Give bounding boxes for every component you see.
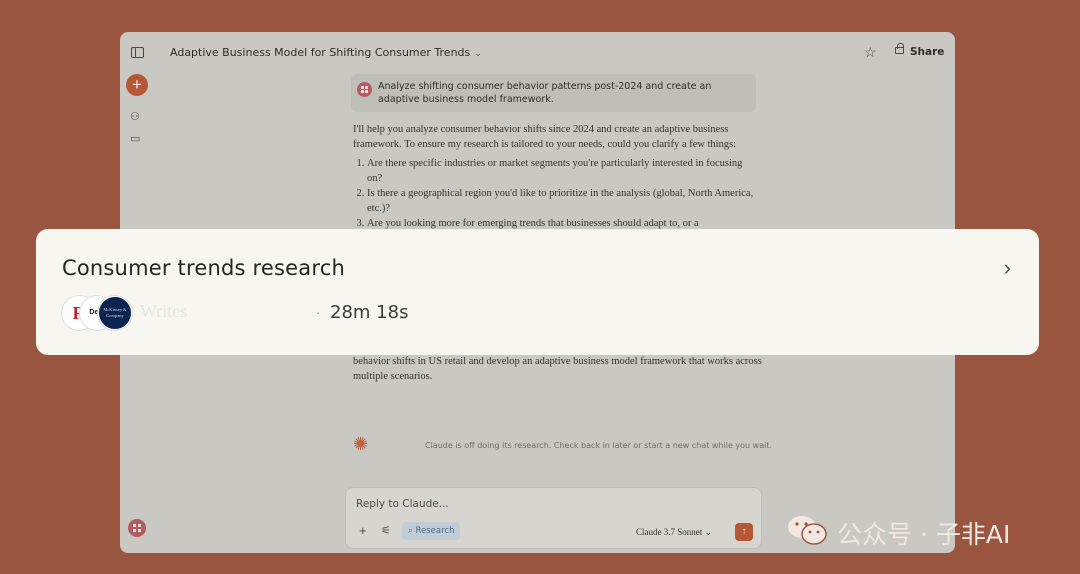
assistant-reply-continued: behavior shifts in US retail and develop… bbox=[353, 356, 762, 382]
sidebar-toggle-icon[interactable] bbox=[131, 47, 144, 58]
wechat-icon bbox=[788, 516, 827, 545]
projects-icon[interactable]: ⚇ bbox=[130, 110, 140, 123]
add-attachment-button[interactable]: + bbox=[359, 523, 367, 538]
send-button[interactable]: ↑ bbox=[735, 523, 753, 541]
conversation-title-text: Adaptive Business Model for Shifting Con… bbox=[170, 46, 471, 59]
star-icon[interactable]: ☆ bbox=[864, 44, 877, 61]
model-selector[interactable]: Claude 3.7 Sonnet ⌄ bbox=[636, 527, 712, 538]
list-item: Are there specific industries or market … bbox=[367, 156, 758, 186]
settings-sliders-icon[interactable]: ⚟ bbox=[381, 524, 391, 537]
list-item: Is there a geographical region you'd lik… bbox=[367, 186, 758, 216]
user-avatar[interactable] bbox=[128, 519, 146, 537]
research-card[interactable]: Consumer trends research › R Delo McKins… bbox=[36, 229, 1039, 355]
user-avatar-small bbox=[357, 82, 372, 97]
top-bar: Adaptive Business Model for Shifting Con… bbox=[120, 32, 955, 74]
research-status: Claude is off doing its research. Check … bbox=[425, 441, 773, 450]
model-label: Claude 3.7 Sonnet bbox=[636, 527, 703, 537]
watermark-text: 公众号 · 子非AI bbox=[837, 520, 1011, 549]
claude-spark-icon: ✺ bbox=[353, 434, 369, 454]
question-list: Are there specific industries or market … bbox=[353, 156, 758, 231]
lock-icon bbox=[895, 43, 904, 54]
research-toggle-button[interactable]: ⌕ Research bbox=[402, 522, 461, 540]
new-chat-button[interactable]: + bbox=[126, 74, 148, 96]
research-duration: 28m 18s bbox=[330, 302, 409, 323]
separator-dot: · bbox=[316, 305, 321, 320]
faded-source-text: Writes bbox=[140, 301, 188, 321]
card-title: Consumer trends research bbox=[62, 256, 345, 280]
assistant-reply: I'll help you analyze consumer behavior … bbox=[353, 122, 758, 231]
chevron-down-icon: ⌄ bbox=[704, 527, 713, 537]
user-message-text: Analyze shifting consumer behavior patte… bbox=[378, 81, 712, 105]
research-search-icon: ⌕ bbox=[408, 526, 413, 536]
research-label: Research bbox=[415, 526, 455, 536]
reply-intro: I'll help you analyze consumer behavior … bbox=[353, 124, 737, 150]
conversation-title[interactable]: Adaptive Business Model for Shifting Con… bbox=[170, 46, 482, 59]
composer: + ⚟ ⌕ Research Claude 3.7 Sonnet ⌄ ↑ bbox=[345, 487, 762, 549]
chevron-down-icon: ⌄ bbox=[474, 49, 482, 59]
share-button[interactable]: Share bbox=[910, 46, 944, 58]
chats-icon[interactable]: ▭ bbox=[130, 132, 140, 145]
chevron-right-icon[interactable]: › bbox=[1004, 255, 1011, 281]
source-logo-mckinsey: McKinsey & Company bbox=[98, 296, 132, 330]
user-message: Analyze shifting consumer behavior patte… bbox=[351, 74, 756, 112]
source-logos: R Delo McKinsey & Company bbox=[62, 296, 137, 330]
reply-input[interactable] bbox=[356, 498, 736, 510]
